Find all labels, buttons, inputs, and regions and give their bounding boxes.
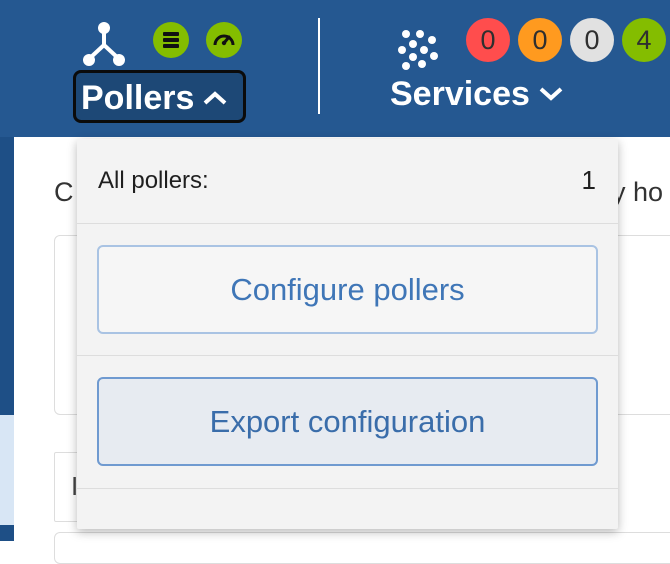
background-card-lower xyxy=(54,532,670,564)
dropdown-divider xyxy=(77,223,618,224)
background-text-left: C xyxy=(54,177,74,207)
pollers-menu-button[interactable]: Pollers xyxy=(73,70,246,123)
all-pollers-count: 1 xyxy=(581,165,596,195)
header-divider xyxy=(318,18,320,114)
services-label: Services xyxy=(390,75,530,113)
chevron-up-icon xyxy=(204,91,227,105)
latency-gauge-icon[interactable] xyxy=(206,22,242,58)
top-header: Pollers 0 0 0 4 Services xyxy=(0,0,670,137)
background-text-right: y ho xyxy=(612,177,664,207)
services-menu-button[interactable]: Services xyxy=(390,74,564,114)
critical-count-badge[interactable]: 0 xyxy=(466,18,510,62)
sidebar-edge-highlight xyxy=(0,415,14,525)
chevron-down-icon xyxy=(539,87,563,101)
dropdown-divider xyxy=(77,355,618,356)
dropdown-divider xyxy=(77,488,618,489)
ok-count-badge[interactable]: 4 xyxy=(622,18,666,62)
configure-pollers-button[interactable]: Configure pollers xyxy=(97,245,598,334)
all-pollers-label: All pollers: xyxy=(98,167,209,194)
warning-count-badge[interactable]: 0 xyxy=(518,18,562,62)
unknown-count-badge[interactable]: 0 xyxy=(570,18,614,62)
export-configuration-button[interactable]: Export configuration xyxy=(97,377,598,466)
database-status-icon[interactable] xyxy=(153,22,189,58)
poller-tree-icon xyxy=(83,22,125,66)
pollers-label: Pollers xyxy=(81,79,195,117)
pollers-dropdown: All pollers: 1 Configure pollers Export … xyxy=(77,139,618,529)
services-grid-icon[interactable] xyxy=(398,28,440,70)
